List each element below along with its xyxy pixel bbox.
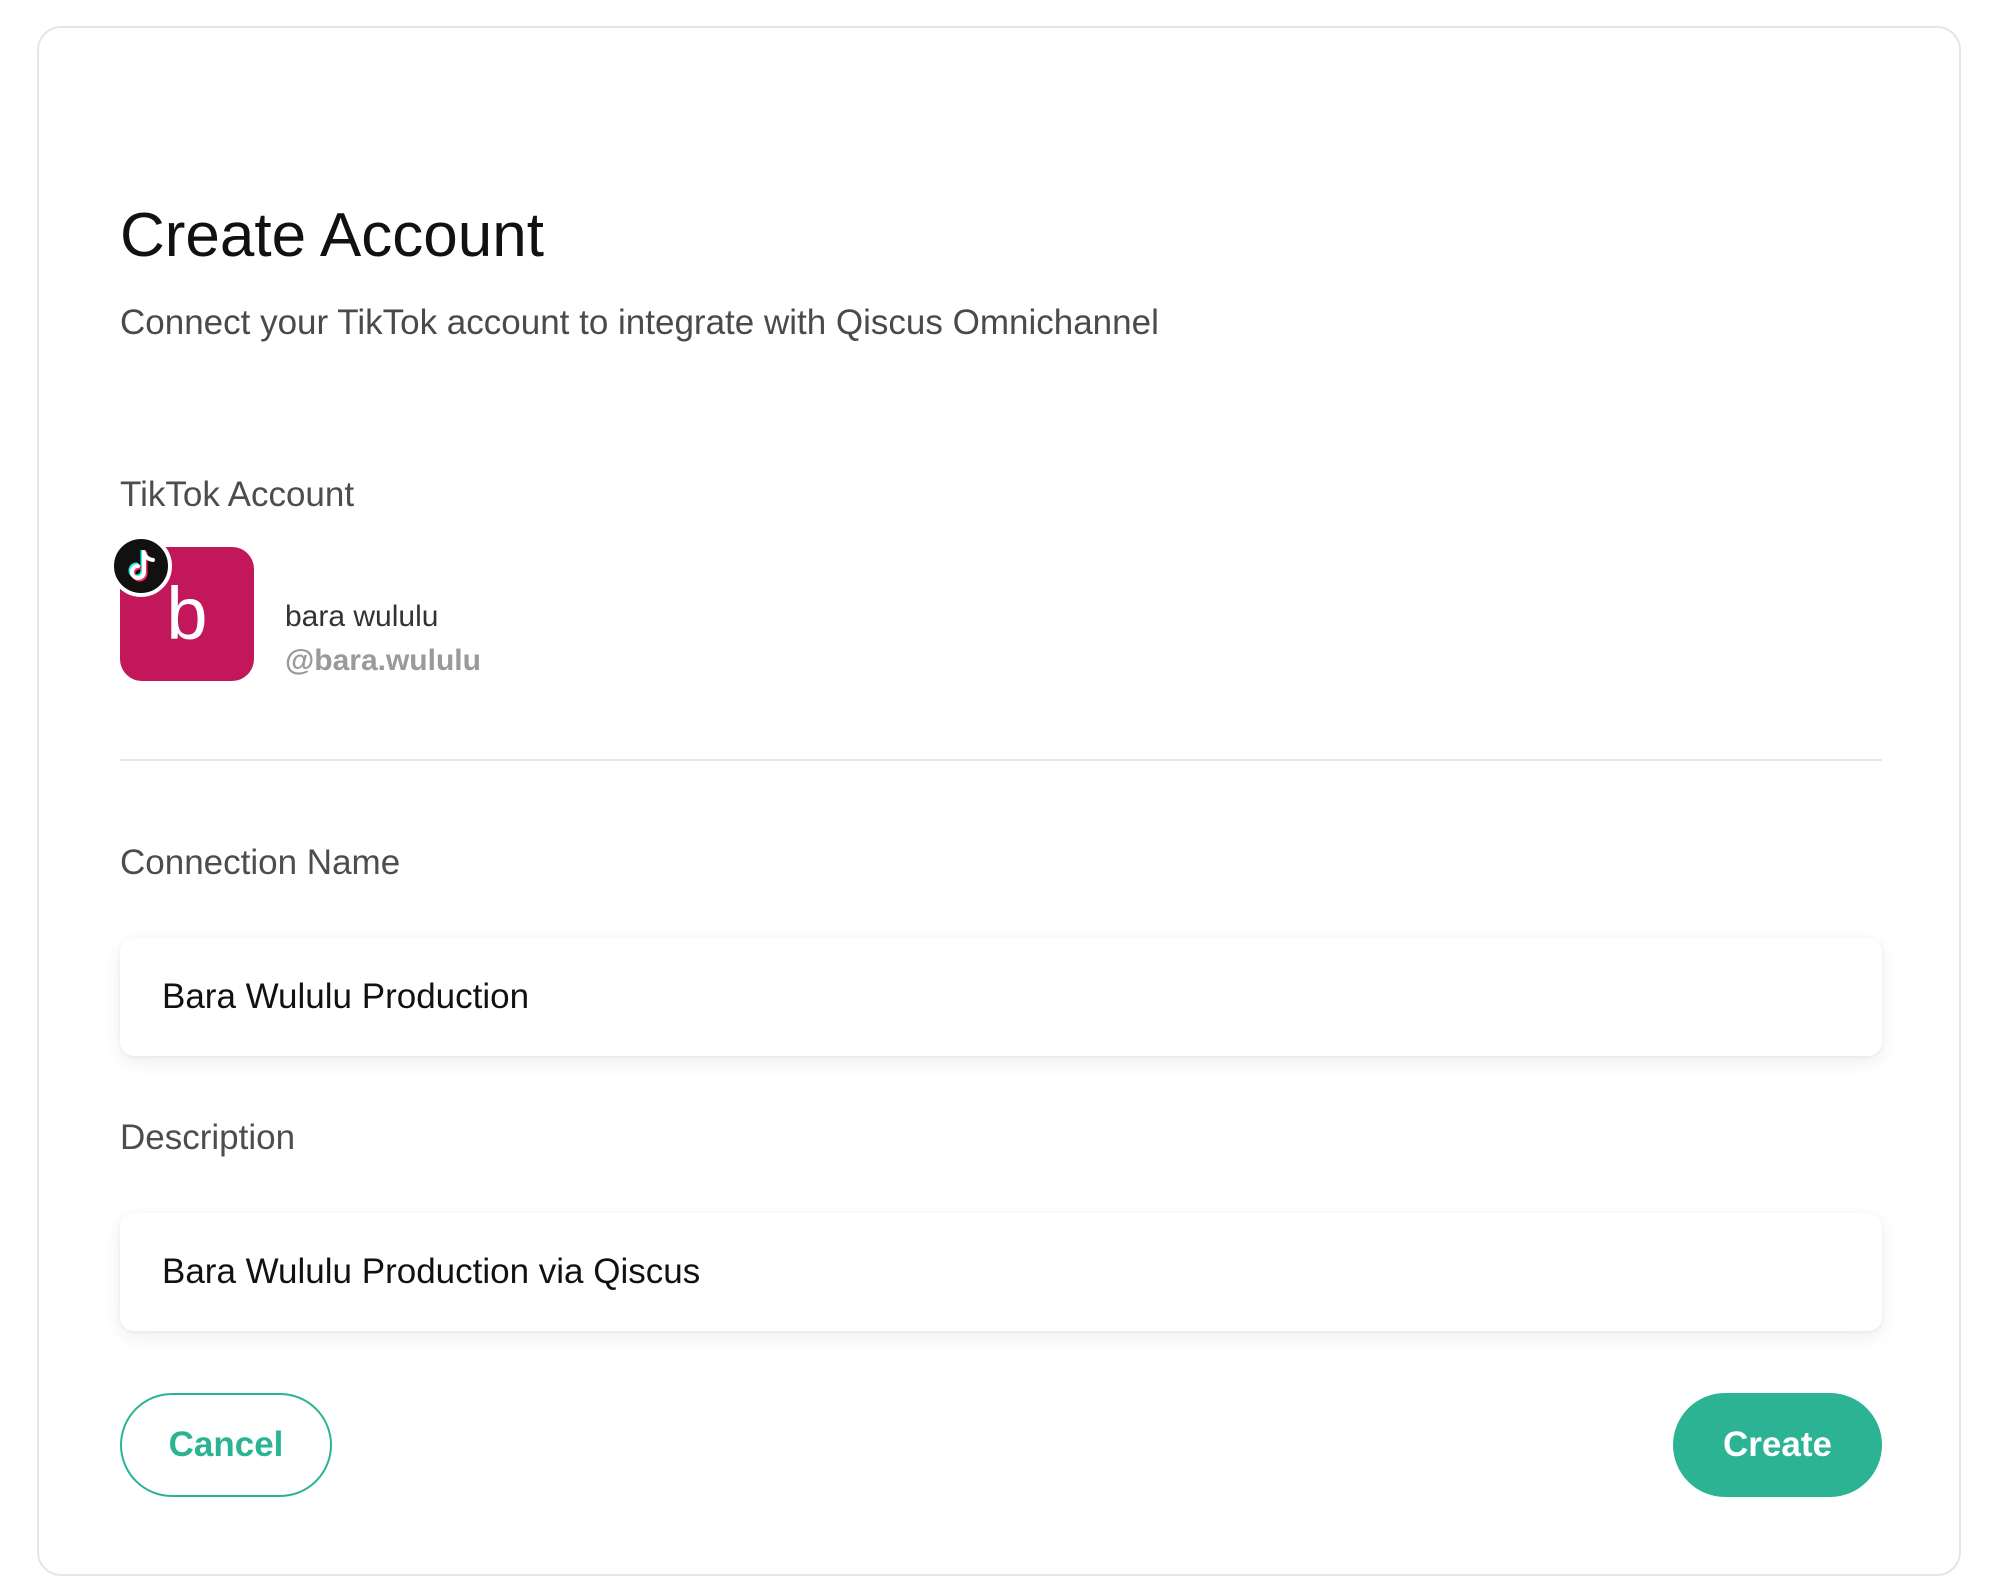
connection-name-label: Connection Name [120, 843, 401, 882]
account-name: bara wululu [285, 600, 439, 633]
page-title: Create Account [120, 201, 544, 270]
page-subtitle: Connect your TikTok account to integrate… [120, 303, 1159, 342]
tiktok-account-info: b bara wululu @bara.wululu [110, 535, 920, 683]
create-account-card: Create Account Connect your TikTok accou… [37, 26, 1961, 1576]
tiktok-account-label: TikTok Account [120, 475, 355, 514]
create-button[interactable]: Create [1673, 1393, 1882, 1497]
description-input[interactable] [120, 1213, 1882, 1331]
description-label: Description [120, 1118, 296, 1157]
connection-name-input[interactable] [120, 938, 1882, 1056]
tiktok-icon [110, 535, 172, 597]
account-handle: @bara.wululu [285, 644, 481, 677]
cancel-button[interactable]: Cancel [120, 1393, 332, 1497]
divider [120, 759, 1882, 761]
